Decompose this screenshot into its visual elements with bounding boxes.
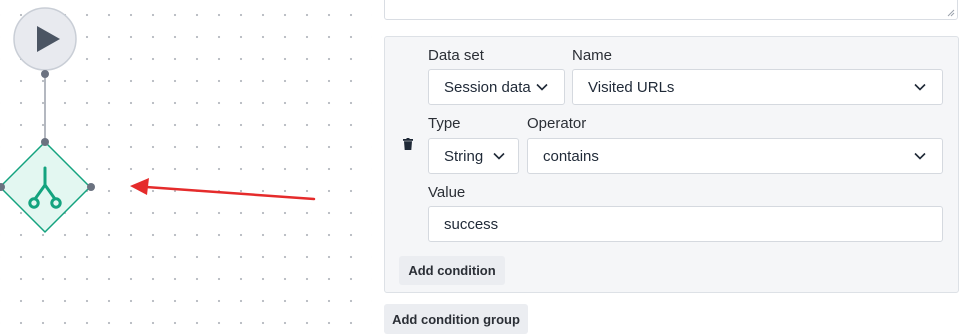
type-select-value: String [444, 147, 484, 165]
start-node[interactable] [13, 7, 77, 71]
description-textarea[interactable] [384, 0, 958, 20]
value-input-text: success [444, 215, 499, 233]
operator-select-value: contains [543, 147, 599, 165]
condition-group: Data set Name Session data Visited URLs … [384, 36, 959, 293]
flow-diagram [0, 7, 316, 233]
trash-icon[interactable] [403, 138, 413, 150]
name-select-value: Visited URLs [588, 78, 675, 96]
value-input[interactable]: success [428, 206, 943, 242]
start-node-output-port[interactable] [41, 70, 49, 78]
value-label: Value [428, 184, 466, 201]
add-condition-group-button[interactable]: Add condition group [384, 304, 528, 334]
chevron-down-icon [536, 83, 548, 91]
split-node-input-port[interactable] [41, 138, 49, 146]
split-node-right-port[interactable] [87, 183, 95, 191]
operator-label: Operator [527, 115, 587, 132]
resize-grip-icon[interactable] [947, 9, 955, 17]
chevron-down-icon [914, 152, 926, 160]
name-label: Name [572, 47, 613, 64]
dataset-label: Data set [428, 47, 484, 64]
split-node[interactable] [0, 141, 91, 233]
dataset-select-value: Session data [444, 78, 531, 96]
chevron-down-icon [914, 83, 926, 91]
chevron-down-icon [493, 152, 505, 160]
operator-select[interactable]: contains [527, 138, 943, 174]
name-select[interactable]: Visited URLs [572, 69, 943, 105]
flow-canvas[interactable] [0, 0, 372, 332]
add-condition-button[interactable]: Add condition [399, 256, 505, 285]
type-select[interactable]: String [428, 138, 519, 174]
type-label: Type [428, 115, 461, 132]
dataset-select[interactable]: Session data [428, 69, 565, 105]
red-arrow [130, 178, 316, 201]
